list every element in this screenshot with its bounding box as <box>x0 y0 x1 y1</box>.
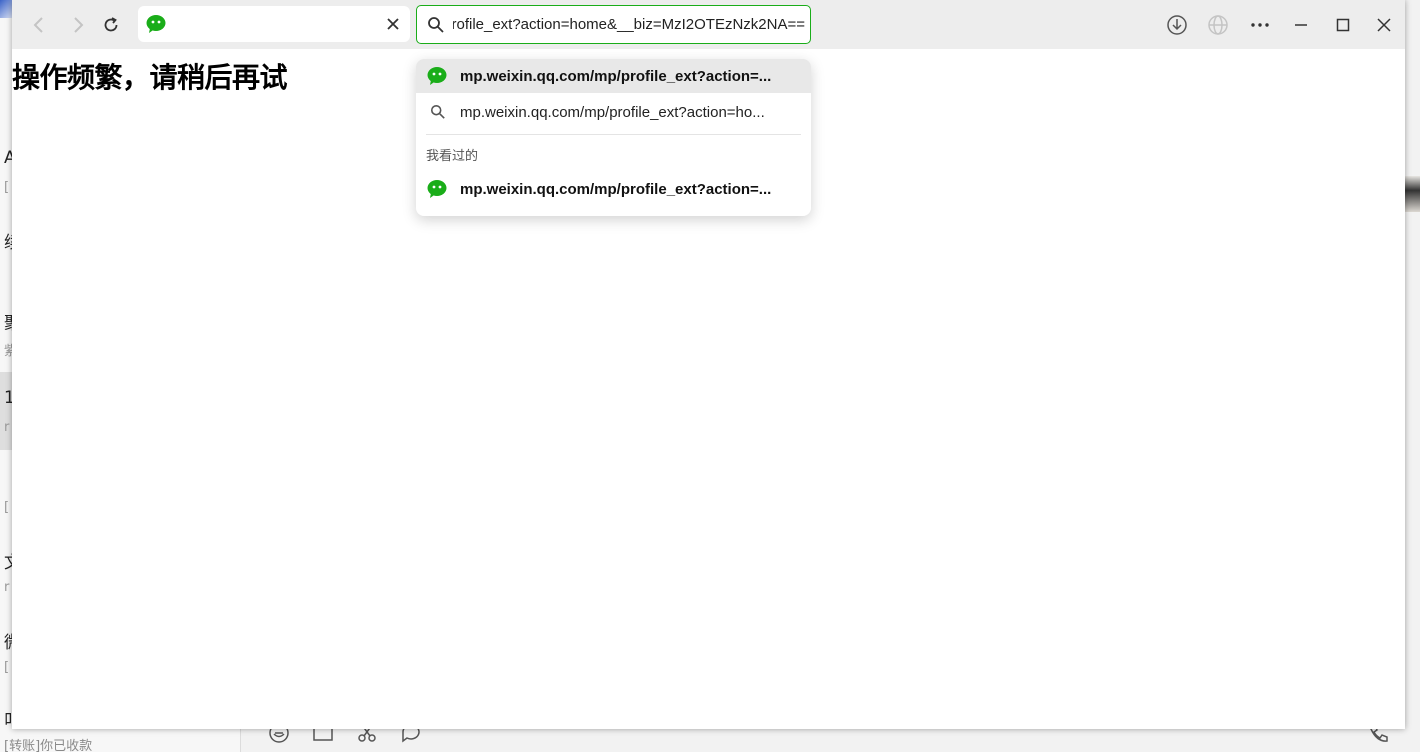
address-input[interactable]: mp.weixin.qq.com/mp/profile_ext?action=h… <box>453 16 805 36</box>
back-arrow-icon <box>33 17 43 33</box>
suggestion-divider <box>426 134 801 135</box>
background-chat-preview: [ <box>4 180 10 195</box>
browser-tab[interactable] <box>138 6 410 42</box>
download-icon <box>1167 15 1187 35</box>
suggestion-text: mp.weixin.qq.com/mp/profile_ext?action=.… <box>460 67 772 85</box>
background-image-fragment <box>1404 176 1420 212</box>
background-chat-preview: [ <box>4 660 10 675</box>
window-close-button[interactable] <box>1371 12 1397 38</box>
search-icon <box>427 16 445 39</box>
close-icon <box>387 18 399 30</box>
address-suggestions-dropdown: mp.weixin.qq.com/mp/profile_ext?action=.… <box>416 59 811 216</box>
background-chat-preview: r <box>4 420 10 435</box>
minimize-icon <box>1295 24 1307 26</box>
background-chat-preview: [ <box>4 500 10 515</box>
browser-window: mp.weixin.qq.com/mp/profile_ext?action=h… <box>12 0 1405 729</box>
history-item[interactable]: mp.weixin.qq.com/mp/profile_ext?action=.… <box>416 172 811 206</box>
history-text: mp.weixin.qq.com/mp/profile_ext?action=.… <box>460 180 772 198</box>
forward-button[interactable] <box>65 12 91 38</box>
translate-button[interactable] <box>1205 12 1231 38</box>
background-last-preview: [转账]你已收款 <box>4 739 93 752</box>
minimize-button[interactable] <box>1288 12 1314 38</box>
suggestion-text: mp.weixin.qq.com/mp/profile_ext?action=h… <box>460 103 765 121</box>
background-chat-preview: r <box>4 580 10 595</box>
more-icon <box>1251 23 1269 27</box>
wechat-icon <box>146 14 168 39</box>
globe-icon <box>1208 15 1228 35</box>
more-button[interactable] <box>1247 12 1273 38</box>
maximize-icon <box>1336 18 1350 32</box>
history-section-label: 我看过的 <box>426 149 479 164</box>
window-close-icon <box>1377 18 1391 32</box>
refresh-button[interactable] <box>98 12 124 38</box>
back-button[interactable] <box>26 12 52 38</box>
download-button[interactable] <box>1164 12 1190 38</box>
search-icon <box>416 104 460 120</box>
address-bar[interactable]: mp.weixin.qq.com/mp/profile_ext?action=h… <box>416 5 811 44</box>
tab-close-button[interactable] <box>384 15 402 33</box>
maximize-button[interactable] <box>1330 12 1356 38</box>
wechat-icon <box>416 179 460 199</box>
wechat-icon <box>416 66 460 86</box>
suggestion-item[interactable]: mp.weixin.qq.com/mp/profile_ext?action=h… <box>416 95 811 129</box>
refresh-icon <box>104 17 118 32</box>
forward-arrow-icon <box>74 17 84 33</box>
page-heading: 操作频繁，请稍后再试 <box>12 61 288 94</box>
suggestion-item[interactable]: mp.weixin.qq.com/mp/profile_ext?action=.… <box>416 59 811 93</box>
browser-titlebar: mp.weixin.qq.com/mp/profile_ext?action=h… <box>12 0 1405 49</box>
background-app-icon <box>0 0 12 18</box>
